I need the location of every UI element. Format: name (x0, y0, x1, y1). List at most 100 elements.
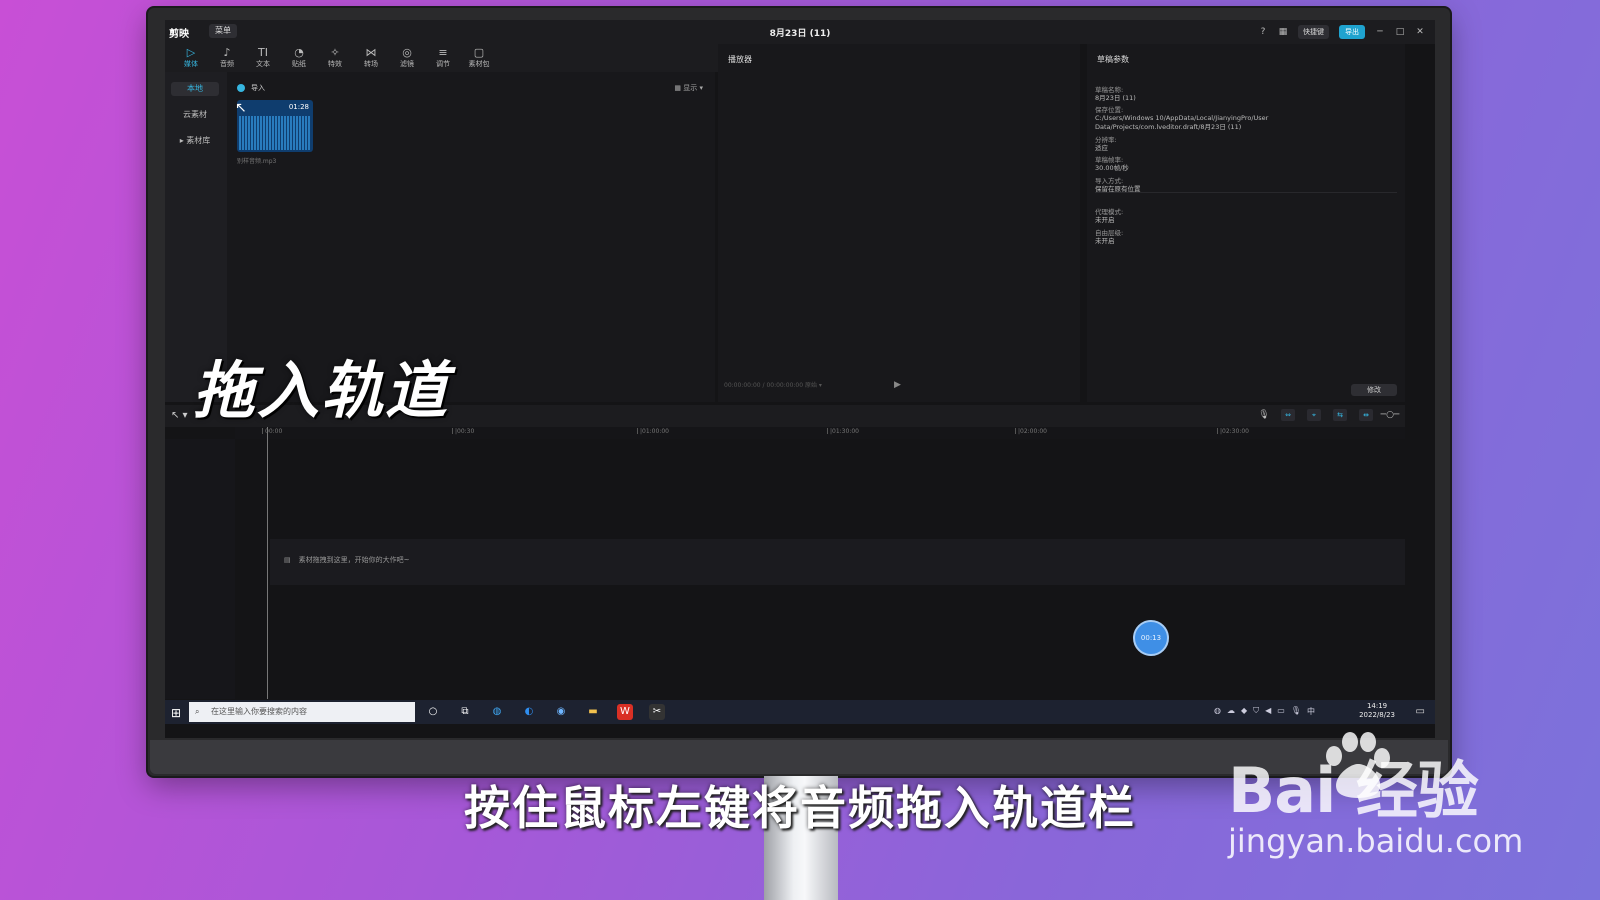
wps-icon[interactable]: W (617, 704, 633, 720)
tick-label: |02:30:00 (1217, 428, 1249, 435)
zoom-slider[interactable]: ─○─ (1381, 410, 1400, 420)
microphone-icon[interactable]: 🎙 (1291, 706, 1301, 717)
media-duration: 01:28 (288, 103, 309, 111)
window-title: 8月23日 (11) (769, 29, 831, 39)
track-gutter (165, 439, 235, 699)
search-icon: ⌕ (195, 707, 200, 716)
taskbar-search-input[interactable]: ⌕ 在这里输入你要搜索的内容 (189, 702, 415, 722)
select-cursor-icon[interactable]: ↖ ▾ (171, 410, 188, 421)
play-icon[interactable]: ▶ (894, 380, 901, 390)
view-sort-button[interactable]: ▦ 显示 ▾ (674, 83, 703, 93)
timeline-tools: 🎙 ⇔ ⌖ ⇆ ⇹ ─○─ (1258, 409, 1400, 421)
tick-label: |01:00:00 (637, 428, 669, 435)
tool-filter[interactable]: ◎ 滤镜 (389, 44, 425, 72)
title-bar: 剪映 菜单 8月23日 (11) ? ▦ 快捷键 导出 ─ □ ✕ (165, 20, 1435, 44)
ime-indicator[interactable]: 中 (1307, 706, 1315, 717)
player-title: 播放器 (728, 55, 752, 64)
playhead[interactable] (267, 427, 268, 699)
media-file-name: 别样音频.mp3 (237, 158, 277, 165)
draft-properties-panel: 草稿参数 草稿名称:8月23日 (11) 保存位置:C:/Users/Windo… (1087, 44, 1405, 402)
adjust-icon: ≡ (438, 46, 448, 59)
baidu-paw-icon (1326, 732, 1390, 798)
taskbar-apps: ○ ⧉ ◍ ◐ ◉ ▬ W ✂ (425, 704, 665, 720)
preview-axis-icon[interactable]: ⇆ (1333, 409, 1347, 421)
nav-library[interactable]: ▸ 素材库 (171, 134, 219, 148)
shield-icon[interactable]: ⛉ (1253, 706, 1259, 717)
layout-icon[interactable]: ▦ (1278, 27, 1288, 37)
effects-icon: ✧ (330, 46, 340, 59)
minimize-icon[interactable]: ─ (1375, 27, 1385, 37)
tray-app-icon[interactable]: ◍ (1214, 706, 1221, 717)
timeline-drop-zone[interactable]: ▤ 素材拖拽到这里，开始你的大作吧~ (270, 539, 1405, 585)
pack-icon: ▢ (473, 46, 485, 59)
link-icon[interactable]: ⌖ (1307, 409, 1321, 421)
filter-icon: ◎ (402, 46, 412, 59)
export-button[interactable]: 导出 (1339, 25, 1365, 39)
sticker-icon: ◔ (294, 46, 304, 59)
tool-media[interactable]: ▷ 媒体 (173, 44, 209, 72)
edge-icon[interactable]: ◐ (521, 704, 537, 720)
audio-icon: ♪ (223, 46, 231, 59)
prop-row: 代理模式:未开启 (1095, 208, 1124, 224)
tool-effects[interactable]: ✧ 特效 (317, 44, 353, 72)
mouse-cursor-icon: ↖ (235, 100, 247, 116)
tick-label: |01:30:00 (827, 428, 859, 435)
nav-local[interactable]: 本地 (171, 82, 219, 96)
audio-media-card[interactable]: 01:28 (237, 100, 313, 152)
nav-cloud[interactable]: 云素材 (171, 108, 219, 122)
prop-row: 自由层级:未开启 (1095, 229, 1124, 245)
task-view-icon[interactable]: ⧉ (457, 704, 473, 720)
tray-app-icon[interactable]: ◆ (1241, 706, 1247, 717)
maximize-icon[interactable]: □ (1395, 27, 1405, 37)
jianying-icon[interactable]: ✂ (649, 704, 665, 720)
tray-app-icon[interactable]: ☁ (1227, 706, 1235, 717)
modify-button[interactable]: 修改 (1351, 384, 1397, 396)
taskbar-clock[interactable]: 14:19 2022/8/23 (1359, 702, 1395, 720)
prop-row: 分辨率:适应 (1095, 136, 1117, 152)
tool-audio[interactable]: ♪ 音频 (209, 44, 245, 72)
timeline-tracks: ▤ 素材拖拽到这里，开始你的大作吧~ (165, 439, 1405, 699)
prop-row: 保存位置:C:/Users/Windows 10/AppData/Local/J… (1095, 106, 1269, 131)
microphone-icon[interactable]: 🎙 (1258, 410, 1269, 420)
shortcut-button[interactable]: 快捷键 (1298, 25, 1329, 39)
video-caption-title: 拖入轨道 (193, 354, 450, 427)
tool-adjust[interactable]: ≡ 调节 (425, 44, 461, 72)
tick-label: |02:00:00 (1015, 428, 1047, 435)
drag-time-badge: 00:13 (1133, 620, 1169, 656)
close-icon[interactable]: ✕ (1415, 27, 1425, 37)
tool-sticker[interactable]: ◔ 贴纸 (281, 44, 317, 72)
speaker-icon[interactable]: ◀ (1265, 706, 1271, 717)
prop-row: 草稿名称:8月23日 (11) (1095, 86, 1136, 102)
player-current-time: 00:00:00:00 (724, 382, 761, 389)
help-icon[interactable]: ? (1258, 27, 1268, 37)
drop-hint: 素材拖拽到这里，开始你的大作吧~ (298, 556, 410, 564)
tick-label: |00:30 (451, 428, 475, 435)
media-toolbar: ▷ 媒体 ♪ 音频 TI 文本 ◔ 贴纸 ✧ 特效 ⋈ 转场 ◎ 滤镜 ≡ 调节 ▢ 素材包 (165, 44, 723, 72)
browser-icon[interactable]: ◍ (489, 704, 505, 720)
player-panel: 播放器 00:00:00:00 / 00:00:00:00 原始 ▾ ▶ (718, 44, 1080, 402)
prop-row: 草稿帧率:30.00帧/秒 (1095, 156, 1129, 172)
snap-icon[interactable]: ⇔ (1281, 409, 1295, 421)
film-icon: ▤ (284, 556, 291, 564)
tool-transition[interactable]: ⋈ 转场 (353, 44, 389, 72)
tool-text[interactable]: TI 文本 (245, 44, 281, 72)
cortana-icon[interactable]: ○ (425, 704, 441, 720)
tool-pack[interactable]: ▢ 素材包 (461, 44, 497, 72)
player-total-time: 00:00:00:00 (766, 382, 804, 389)
ratio-select[interactable]: 原始 ▾ (805, 382, 822, 389)
network-icon[interactable]: ▭ (1277, 706, 1285, 717)
windows-taskbar: ⊞ ⌕ 在这里输入你要搜索的内容 ○ ⧉ ◍ ◐ ◉ ▬ W ✂ ◍ ☁ ◆ ⛉ … (165, 700, 1435, 724)
windows-start-icon[interactable]: ⊞ (171, 706, 181, 720)
app-icon[interactable]: ◉ (553, 704, 569, 720)
divider (1095, 192, 1397, 193)
transition-icon: ⋈ (365, 46, 377, 59)
system-tray: ◍ ☁ ◆ ⛉ ◀ ▭ 🎙 中 (1214, 706, 1315, 717)
baidu-watermark-url: jingyan.baidu.com (1228, 822, 1524, 860)
split-icon[interactable]: ⇹ (1359, 409, 1373, 421)
import-button[interactable]: 导入 (237, 83, 265, 93)
title-bar-actions: ? ▦ 快捷键 导出 ─ □ ✕ (1258, 20, 1435, 44)
notification-icon[interactable]: ▭ (1416, 706, 1425, 717)
file-explorer-icon[interactable]: ▬ (585, 704, 601, 720)
props-title: 草稿参数 (1097, 55, 1129, 64)
media-icon: ▷ (186, 46, 196, 59)
